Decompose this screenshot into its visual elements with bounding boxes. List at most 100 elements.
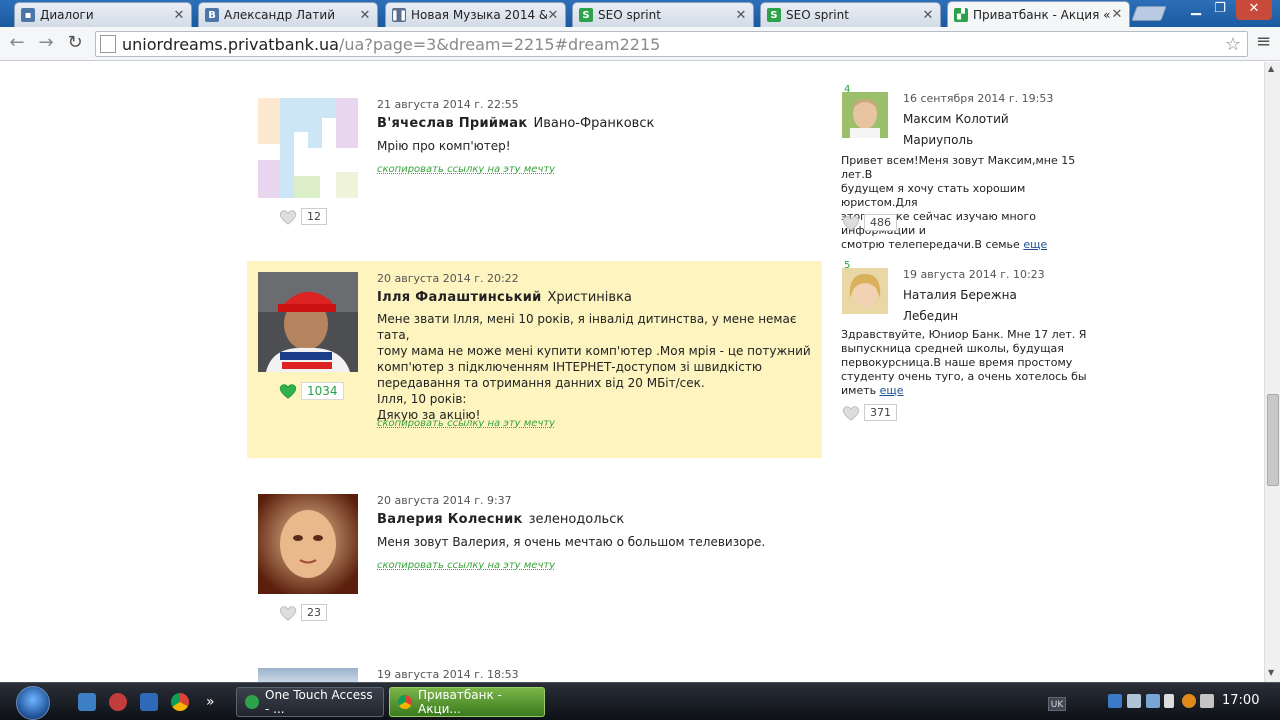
dream-author: Ілля Фалаштинський Христинівка [377,290,632,305]
tab-seo-1[interactable]: S SEO sprint ✕ [572,2,754,27]
language-indicator[interactable]: UK [1048,697,1066,711]
avatar [842,92,888,138]
url-host: uniordreams.privatbank.ua [122,34,339,54]
scroll-down-icon[interactable]: ▼ [1268,668,1274,677]
avatar [258,98,358,198]
tab-privatbank[interactable]: ▞ Приватбанк - Акция «Меч ✕ [947,1,1130,27]
heart-icon[interactable] [279,383,297,399]
tab-seo-2[interactable]: S SEO sprint ✕ [760,2,941,27]
avatar [258,272,358,372]
volume-icon[interactable] [1164,694,1174,708]
dream-date: 19 августа 2014 г. 10:23 [903,268,1045,281]
copy-link[interactable]: скопировать ссылку на эту мечту [377,164,555,175]
dream-date: 21 августа 2014 г. 22:55 [377,98,519,111]
likes: 23 [279,604,327,621]
close-icon[interactable]: ✕ [735,8,747,23]
menu-icon[interactable]: ≡ [1256,31,1271,52]
app-icon[interactable] [78,693,96,711]
dream-entry: 19 августа 2014 г. 18:53 [247,656,822,682]
vertical-scrollbar[interactable]: ▲ ▼ [1264,62,1280,682]
dream-text: Меня зовут Валерия, я очень мечтаю о бол… [377,534,765,550]
author-name: Ілля Фалаштинський [377,290,542,305]
likes-count: 1034 [301,382,344,400]
close-icon[interactable]: ✕ [359,8,371,23]
taskbar: » One Touch Access - ... Приватбанк - Ак… [0,682,1280,720]
top-dream: 4 16 сентября 2014 г. 19:53 Максим Колот… [840,84,1100,251]
heart-icon[interactable] [279,209,297,225]
tab-title: Диалоги [40,8,94,22]
tray-icon[interactable] [1146,694,1160,708]
restore-button[interactable]: ❐ [1208,0,1232,20]
heart-icon[interactable] [279,605,297,621]
taskbar-label: One Touch Access - ... [265,688,373,716]
author-name: Максим Колотий [903,112,1009,126]
tab-title: SEO sprint [786,8,849,22]
dream-text: Здравствуйте, Юниор Банк. Мне 17 лет. Я … [841,328,1087,398]
likes: 371 [842,404,897,421]
new-tab-button[interactable] [1131,6,1167,21]
dream-text: Привет всем!Меня зовут Максим,мне 15 лет… [841,154,1100,252]
dream-text: Мене звати Ілля, мені 10 років, я інвалі… [377,311,822,423]
text-line: Привет всем!Меня зовут Максим,мне 15 лет… [841,154,1076,181]
text-line: Здравствуйте, Юниор Банк. Мне 17 лет. Я [841,328,1087,341]
close-icon[interactable]: ✕ [547,8,559,23]
dream-entry-highlighted: 20 августа 2014 г. 20:22 Ілля Фалаштинсь… [247,261,822,458]
network-icon[interactable] [1127,694,1141,708]
minimize-button[interactable]: ▁ [1184,0,1208,20]
dream-entry: 21 августа 2014 г. 22:55 В'ячеслав Прийм… [247,62,822,252]
taskbar-button-active[interactable]: Приватбанк - Акци... [389,687,545,717]
likes-count: 23 [301,604,327,621]
tray-icon[interactable] [1182,694,1196,708]
heart-icon[interactable] [842,405,860,421]
text-line: Ілля, 10 років: [377,392,467,406]
close-icon[interactable]: ✕ [173,8,185,23]
close-icon[interactable]: ✕ [922,8,934,23]
dream-date: 20 августа 2014 г. 9:37 [377,494,512,507]
likes: 486 [842,214,897,231]
tab-title: Новая Музыка 2014 & Поп [411,8,547,22]
tray-icon[interactable] [1108,694,1122,708]
seo-sprint-icon: S [579,8,593,22]
page-content: 21 августа 2014 г. 22:55 В'ячеслав Прийм… [0,62,1264,682]
chrome-icon[interactable] [171,693,189,711]
address-bar[interactable]: uniordreams.privatbank.ua/ua?page=3&drea… [95,31,1248,57]
copy-link[interactable]: скопировать ссылку на эту мечту [377,418,555,429]
scrollbar-thumb[interactable] [1267,394,1279,486]
tab-strip: ▪ Диалоги ✕ B Александр Латий ✕ ❚❚ Новая… [0,0,1280,27]
app-icon[interactable] [140,693,158,711]
tab-profile[interactable]: B Александр Латий ✕ [198,2,378,27]
likes: 12 [279,208,327,225]
dream-author: Валерия Колесник зеленодольск [377,512,624,527]
author-city: Лебедин [903,309,959,323]
close-icon[interactable]: ✕ [1111,7,1123,22]
taskbar-button[interactable]: One Touch Access - ... [236,687,384,717]
reload-button[interactable]: ↻ [64,33,86,55]
app-icon [245,695,259,709]
dream-date: 19 августа 2014 г. 18:53 [377,668,519,681]
clock[interactable]: 17:00 [1222,693,1259,708]
close-window-button[interactable]: ✕ [1236,0,1272,20]
text-line: иметь еще [841,384,1087,398]
text-line: будущем я хочу стать хорошим юристом.Для [841,182,1026,209]
tray-icon[interactable] [1200,694,1214,708]
scroll-up-icon[interactable]: ▲ [1268,64,1274,73]
forward-button[interactable]: → [35,33,57,55]
more-link[interactable]: еще [880,384,904,397]
avatar [258,494,358,594]
heart-icon[interactable] [842,215,860,231]
author-name: Наталия Бережна [903,288,1017,302]
tab-dialogs[interactable]: ▪ Диалоги ✕ [14,2,192,27]
author-name: Валерия Колесник [377,512,523,527]
app-icon[interactable] [109,693,127,711]
text-line: первокурсница.В наше время простому [841,356,1073,369]
chevron-right-icon[interactable]: » [206,693,224,711]
copy-link[interactable]: скопировать ссылку на эту мечту [377,560,555,571]
text-line: смотрю телепередачи.В семье еще [841,238,1100,252]
likes-count: 12 [301,208,327,225]
more-link[interactable]: еще [1023,238,1047,251]
start-button[interactable] [16,686,50,720]
tab-music[interactable]: ❚❚ Новая Музыка 2014 & Поп ✕ [385,2,566,27]
bookmark-star-icon[interactable]: ☆ [1225,34,1241,55]
back-button[interactable]: ← [6,33,28,55]
top-dream: 5 19 августа 2014 г. 10:23 Наталия Береж… [840,260,1100,430]
